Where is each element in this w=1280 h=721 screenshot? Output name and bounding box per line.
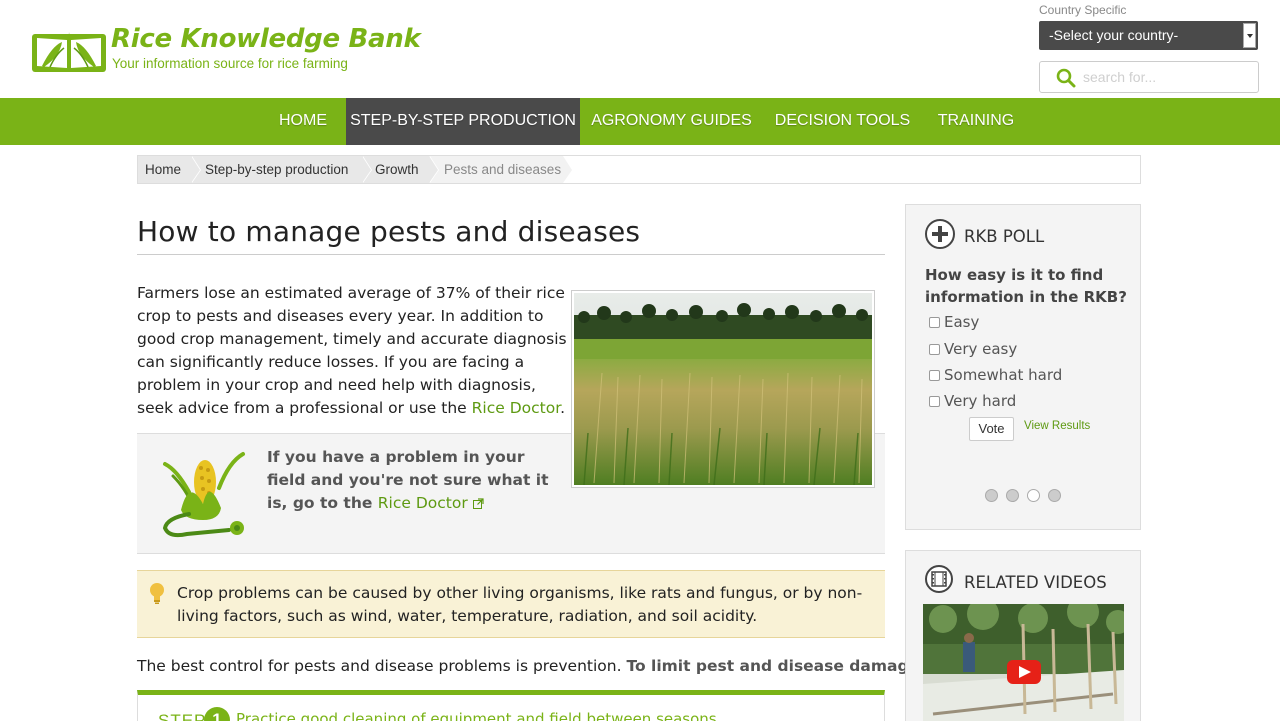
- poll-checkbox[interactable]: [929, 396, 940, 407]
- search-box[interactable]: [1039, 61, 1259, 93]
- country-label: Country Specific: [1039, 3, 1127, 17]
- country-select-value: -Select your country-: [1049, 27, 1179, 43]
- poll-option-label: Easy: [944, 313, 980, 331]
- breadcrumb-pests-and-diseases: Pests and diseases: [429, 156, 573, 183]
- poll-question: How easy is it to find information in th…: [925, 266, 1127, 306]
- page-title: How to manage pests and diseases: [137, 215, 641, 248]
- nav-item-agronomy-guides[interactable]: AGRONOMY GUIDES: [580, 98, 763, 145]
- prevention-paragraph: The best control for pests and disease p…: [137, 655, 925, 677]
- site-logo[interactable]: Rice Knowledge Bank Your information sou…: [32, 24, 452, 76]
- nav-item-step-by-step-production[interactable]: STEP-BY-STEP PRODUCTION: [346, 98, 580, 145]
- search-icon[interactable]: [1056, 68, 1076, 88]
- video-thumbnail-image: [923, 604, 1124, 721]
- breadcrumb-home[interactable]: Home: [138, 156, 201, 183]
- site-tagline: Your information source for rice farming: [112, 56, 348, 71]
- rice-field-photo: [571, 290, 875, 488]
- rice-doctor-icon[interactable]: [159, 448, 251, 538]
- prevention-heading: To limit pest and disease damage:: [626, 657, 926, 675]
- title-divider: [137, 254, 885, 255]
- step-card: STEP 1 Practice good cleaning of equipme…: [137, 690, 885, 721]
- vote-button[interactable]: Vote: [969, 417, 1014, 441]
- rice-doctor-callout-link[interactable]: Rice Doctor: [378, 494, 484, 512]
- lightbulb-icon: [150, 583, 164, 604]
- film-icon: [925, 565, 953, 593]
- rice-doctor-link[interactable]: Rice Doctor: [472, 399, 561, 417]
- intro-text: Farmers lose an estimated average of 37%…: [137, 284, 567, 417]
- poll-pager-dots: [985, 489, 1075, 505]
- book-leaf-logo-icon: [32, 32, 106, 72]
- view-results-link[interactable]: View Results: [1024, 420, 1090, 432]
- nav-item-home[interactable]: HOME: [263, 98, 343, 145]
- prevention-text: The best control for pests and disease p…: [137, 657, 627, 675]
- poll-heading: RKB POLL: [964, 227, 1045, 246]
- related-videos-heading: RELATED VIDEOS: [964, 573, 1107, 592]
- pager-dot-active[interactable]: [1027, 489, 1040, 502]
- rice-field-image: [574, 293, 872, 485]
- breadcrumb-growth[interactable]: Growth: [362, 156, 439, 183]
- rice-doctor-callout-link-label: Rice Doctor: [377, 494, 468, 512]
- poll-option-label: Very easy: [944, 340, 1018, 358]
- nav-item-training[interactable]: TRAINING: [922, 98, 1030, 145]
- rice-doctor-callout-text: If you have a problem in your field and …: [267, 446, 567, 515]
- intro-paragraph: Farmers lose an estimated average of 37%…: [137, 282, 567, 420]
- pager-dot[interactable]: [1048, 489, 1061, 502]
- nav-item-decision-tools[interactable]: DECISION TOOLS: [763, 98, 922, 145]
- country-select[interactable]: -Select your country-: [1039, 21, 1258, 50]
- poll-checkbox[interactable]: [929, 370, 940, 381]
- poll-option-label: Very hard: [944, 392, 1017, 410]
- main-nav: HOME STEP-BY-STEP PRODUCTION AGRONOMY GU…: [0, 98, 1280, 145]
- poll-option-label: Somewhat hard: [944, 366, 1063, 384]
- tip-text: Crop problems can be caused by other liv…: [177, 584, 863, 625]
- poll-option-somewhat-hard[interactable]: Somewhat hard: [929, 366, 1062, 384]
- site-header: Rice Knowledge Bank Your information sou…: [0, 0, 1280, 98]
- video-thumbnail[interactable]: [923, 604, 1124, 721]
- related-videos-widget: RELATED VIDEOS: [905, 550, 1141, 721]
- pager-dot[interactable]: [1006, 489, 1019, 502]
- poll-option-very-easy[interactable]: Very easy: [929, 340, 1017, 358]
- tip-callout: Crop problems can be caused by other liv…: [137, 570, 885, 638]
- plus-circle-icon: [925, 219, 955, 249]
- chevron-down-icon[interactable]: [1243, 23, 1256, 48]
- site-title: Rice Knowledge Bank: [111, 24, 421, 54]
- step-label: STEP: [158, 711, 207, 721]
- poll-checkbox[interactable]: [929, 317, 940, 328]
- poll-checkbox[interactable]: [929, 344, 940, 355]
- pager-dot[interactable]: [985, 489, 998, 502]
- poll-option-easy[interactable]: Easy: [929, 313, 979, 331]
- rkb-poll-widget: RKB POLL How easy is it to find informat…: [905, 204, 1141, 530]
- breadcrumb: Home Step-by-step production Growth Pest…: [137, 155, 1141, 184]
- intro-end: .: [560, 399, 566, 417]
- poll-option-very-hard[interactable]: Very hard: [929, 392, 1016, 410]
- step-text: Practice good cleaning of equipment and …: [236, 710, 717, 721]
- search-input[interactable]: [1083, 67, 1248, 87]
- external-link-icon: [472, 498, 484, 509]
- step-number: 1: [204, 707, 230, 721]
- breadcrumb-step-by-step-production[interactable]: Step-by-step production: [191, 156, 372, 183]
